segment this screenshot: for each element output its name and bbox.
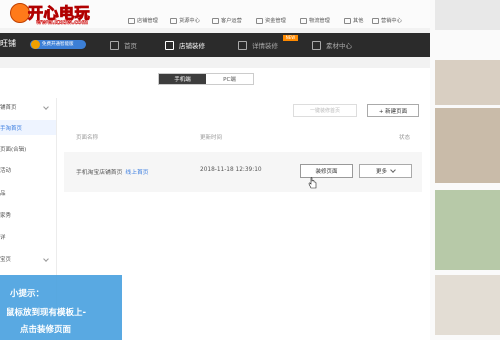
- sidebar-item-baby-page[interactable]: 宝页: [0, 251, 56, 266]
- tip-line-3: 点击装修页面: [20, 325, 72, 335]
- folder-icon: [212, 17, 219, 24]
- top-link-other[interactable]: 其他: [344, 16, 363, 25]
- watermark-url: www.kxdw.com: [36, 19, 89, 27]
- preview-image: [435, 60, 500, 105]
- top-link-marketing[interactable]: 营销中心: [372, 16, 402, 25]
- nav-item-store-decor[interactable]: 店铺装修: [165, 36, 205, 54]
- online-home-link[interactable]: 线上首页: [125, 170, 148, 176]
- smiley-logo-icon: [10, 3, 30, 23]
- chevron-down-icon: [43, 103, 49, 110]
- device-segment: 手机端 PC端: [158, 73, 254, 85]
- sidebar-item-detail[interactable]: 详: [0, 229, 56, 244]
- top-link-logistics[interactable]: 物流管理: [300, 16, 330, 25]
- sidebar-item-product[interactable]: 品: [0, 185, 56, 200]
- sidebar-item-activity[interactable]: 活动: [0, 162, 56, 177]
- page-name-cell: 手机淘宝店铺首页 线上首页: [76, 170, 149, 176]
- chevron-down-icon: [43, 255, 49, 262]
- sidebar-item-pages[interactable]: 页面(合辑): [0, 141, 56, 156]
- folder-icon: [300, 17, 307, 24]
- new-page-button[interactable]: + 新建页面: [367, 104, 419, 117]
- chevron-down-icon: [390, 167, 396, 173]
- monitor-icon: [165, 40, 174, 50]
- top-link-funds[interactable]: 资金管理: [256, 16, 286, 25]
- nav-item-materials[interactable]: 素材中心: [312, 36, 352, 54]
- col-header-name: 页面名称: [76, 135, 99, 141]
- folder-icon: [372, 17, 379, 24]
- preview-block: [435, 0, 500, 30]
- list-icon: [238, 40, 247, 50]
- preview-image: [435, 275, 500, 335]
- tip-line-1: 小提示：: [10, 289, 45, 299]
- col-header-status: 状态: [399, 135, 411, 141]
- hand-cursor-icon: [308, 177, 318, 192]
- sidebar-item-taobao-home[interactable]: 手淘首页: [0, 120, 56, 135]
- folder-icon: [256, 17, 263, 24]
- image-icon: [312, 40, 321, 50]
- nav-item-home[interactable]: 首页: [110, 36, 137, 54]
- tip-box: 小提示： 鼠标放到现有模板上- 点击装修页面: [0, 275, 122, 340]
- watermark-logo: 开心电玩 www.kxdw.com: [6, 2, 118, 28]
- update-time-cell: 2018-11-18 12:39:10: [200, 167, 262, 173]
- preview-image: [435, 108, 500, 183]
- home-icon: [110, 40, 119, 50]
- sidebar-item-store-home[interactable]: 铺首页: [0, 99, 56, 114]
- new-tag: NEW: [283, 35, 298, 41]
- more-button[interactable]: 更多: [359, 164, 412, 178]
- badge-icon: [31, 40, 40, 49]
- tab-pc[interactable]: PC端: [206, 74, 253, 84]
- top-link-customer[interactable]: 客户运营: [212, 16, 242, 25]
- top-link-store-manage[interactable]: 店铺管理: [128, 16, 158, 25]
- brand-title: 旺铺: [0, 39, 16, 48]
- decorate-page-button[interactable]: 装修页面: [300, 164, 353, 178]
- col-header-time: 更新时间: [200, 135, 223, 141]
- top-link-supply[interactable]: 货源中心: [170, 16, 200, 25]
- tip-line-2: 鼠标放到现有模板上-: [6, 308, 87, 318]
- tab-mobile[interactable]: 手机端: [159, 74, 206, 84]
- nav-item-detail-decor[interactable]: 详情装修: [238, 36, 278, 54]
- preview-image: [435, 190, 500, 270]
- folder-icon: [128, 17, 135, 24]
- folder-icon: [170, 17, 177, 24]
- sidebar-item-buyer-show[interactable]: 家秀: [0, 207, 56, 222]
- folder-icon: [344, 17, 351, 24]
- onekey-decorate-button[interactable]: 一键装修首页: [293, 104, 357, 117]
